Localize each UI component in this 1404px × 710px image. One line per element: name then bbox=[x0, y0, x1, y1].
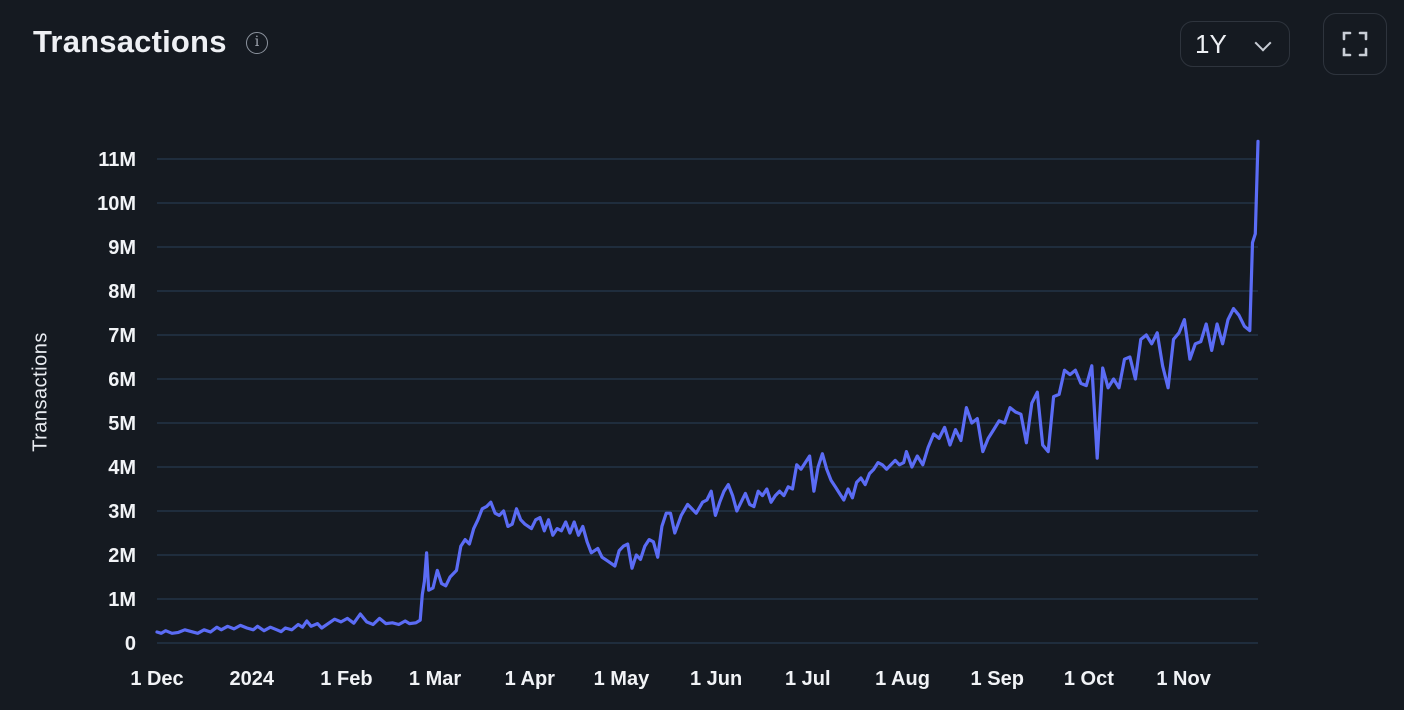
y-tick-label: 10M bbox=[97, 193, 136, 215]
y-tick-label: 3M bbox=[108, 501, 136, 523]
y-tick-label: 4M bbox=[108, 457, 136, 479]
line-chart: 0 1M 2M 3M 4M 5M 6M 7M 8M 9M 10M 11M 1 Dec 2024 1 Feb… bbox=[97, 139, 1260, 690]
y-axis-ticks: 0 1M 2M 3M 4M 5M 6M 7M 8M 9M 10M 11M bbox=[97, 149, 136, 655]
x-tick-label: 1 Aug bbox=[875, 668, 930, 690]
x-tick-label: 1 Mar bbox=[409, 668, 461, 690]
series-layer bbox=[155, 139, 1260, 635]
x-tick-label: 1 Feb bbox=[320, 668, 372, 690]
x-tick-label: 1 Apr bbox=[505, 668, 556, 690]
y-tick-label: 8M bbox=[108, 281, 136, 303]
transactions-line bbox=[155, 139, 1260, 635]
x-tick-label: 1 Oct bbox=[1064, 668, 1114, 690]
x-tick-label: 1 Jul bbox=[785, 668, 831, 690]
y-tick-label: 9M bbox=[108, 237, 136, 259]
x-tick-label: 1 May bbox=[594, 668, 650, 690]
y-tick-label: 2M bbox=[108, 545, 136, 567]
y-tick-label: 1M bbox=[108, 589, 136, 611]
x-tick-label: 1 Sep bbox=[971, 668, 1024, 690]
y-tick-label: 6M bbox=[108, 369, 136, 391]
y-tick-label: 0 bbox=[125, 633, 136, 655]
x-tick-label: 1 Nov bbox=[1156, 668, 1211, 690]
x-axis-ticks: 1 Dec 2024 1 Feb 1 Mar 1 Apr 1 May 1 Jun 1 Jul 1… bbox=[130, 668, 1211, 690]
x-tick-label: 2024 bbox=[229, 668, 274, 690]
y-tick-label: 7M bbox=[108, 325, 136, 347]
y-tick-label: 11M bbox=[98, 149, 136, 171]
x-tick-label: 1 Jun bbox=[690, 668, 742, 690]
y-tick-label: 5M bbox=[108, 413, 136, 435]
x-tick-label: 1 Dec bbox=[130, 668, 183, 690]
